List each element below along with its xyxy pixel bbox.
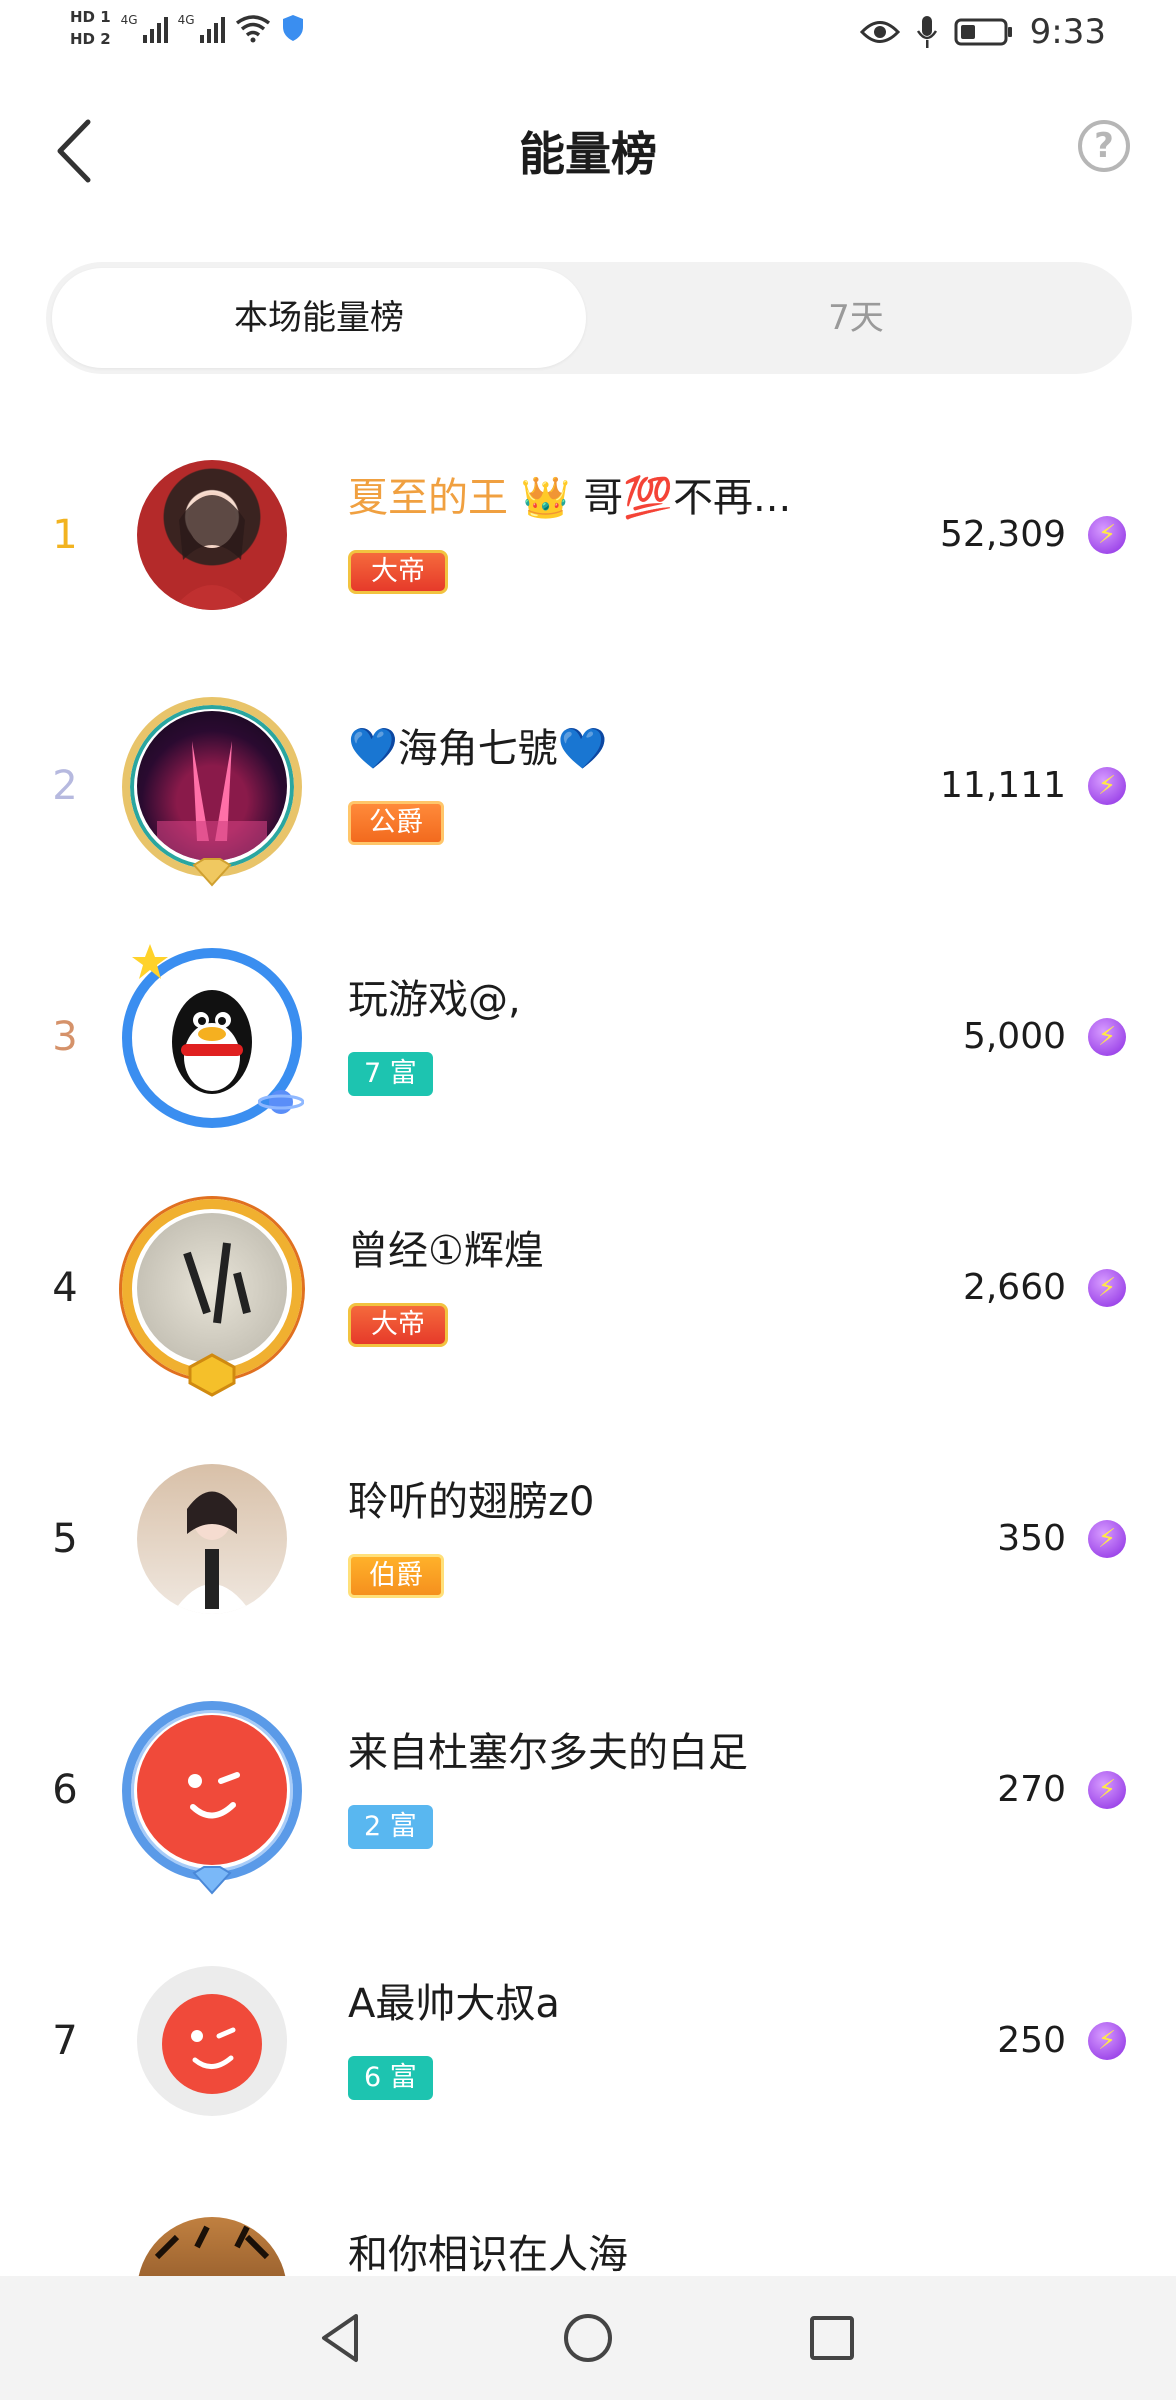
microphone-icon <box>916 16 937 48</box>
avatar[interactable] <box>137 711 287 861</box>
planet-icon <box>258 1090 304 1114</box>
wealth-badge: 7 富 <box>348 1052 433 1096</box>
tab-7-days[interactable]: 7天 <box>586 268 1126 368</box>
user-name[interactable]: 聆听的翅膀z0 <box>348 1476 594 1528</box>
list-item[interactable]: 2 💙海角七號💙 公爵 11,111 ⚡ <box>0 661 1176 912</box>
user-name-text: 哥💯不再... <box>570 475 792 521</box>
status-right: 9:33 <box>859 12 1106 52</box>
user-name-text: 玩游戏@, <box>348 977 521 1023</box>
level-badge: 大帝 <box>348 550 448 594</box>
energy-score: 5,000 <box>962 1016 1066 1057</box>
hd-indicators: HD 1 HD 2 <box>70 8 111 48</box>
rank-number: 4 <box>52 1265 78 1311</box>
circle-home-icon <box>564 2314 612 2362</box>
rank-number: 7 <box>52 2018 78 2064</box>
list-item[interactable]: 和你相识在人海 <box>0 2167 1176 2276</box>
user-name-text: 和你相识在人海 <box>348 2232 628 2276</box>
network-type-1: 4G <box>120 13 138 27</box>
star-icon <box>132 944 168 979</box>
rank-number: 5 <box>52 1516 78 1562</box>
list-item[interactable]: 3 玩游戏@, 7 富 5,000 ⚡ <box>0 912 1176 1163</box>
system-navigation-bar <box>0 2276 1176 2400</box>
avatar[interactable] <box>137 1464 287 1614</box>
rank-number: 2 <box>52 763 78 809</box>
clock-time: 9:33 <box>1029 12 1106 52</box>
page-title: 能量榜 <box>519 127 657 181</box>
list-item[interactable]: 5 聆听的翅膀z0 伯爵 350 ⚡ <box>0 1414 1176 1665</box>
avatar[interactable] <box>137 1213 287 1363</box>
network-type-2: 4G <box>177 13 195 27</box>
rank-number: 1 <box>52 512 78 558</box>
status-left: HD 1 HD 2 4G 4G <box>70 8 305 48</box>
user-name-text: 曾经①辉煌 <box>348 1228 544 1274</box>
energy-bolt-icon: ⚡ <box>1088 2022 1126 2060</box>
rank-number: 6 <box>52 1767 78 1813</box>
gem-frame-icon <box>192 858 232 887</box>
user-name[interactable]: 夏至的王 👑 哥💯不再... <box>348 472 791 524</box>
eye-icon <box>859 21 900 43</box>
energy-bolt-icon: ⚡ <box>1088 1520 1126 1558</box>
user-name[interactable]: 曾经①辉煌 <box>348 1225 544 1277</box>
user-name[interactable]: 和你相识在人海 <box>348 2229 628 2276</box>
header-bar: 能量榜 ? <box>0 90 1176 210</box>
list-item[interactable]: 7 A最帅大叔a 6 富 250 ⚡ <box>0 1916 1176 2167</box>
level-badge: 伯爵 <box>348 1554 444 1598</box>
hd1-label: HD 1 <box>70 8 111 26</box>
user-name-text: 聆听的翅膀z0 <box>348 1479 595 1525</box>
user-name-highlight: 夏至的王 👑 <box>348 475 571 521</box>
triangle-back-icon <box>322 2314 358 2362</box>
question-mark-icon: ? <box>1094 126 1114 166</box>
user-name-text: A最帅大叔a <box>348 1981 560 2027</box>
tab-current-session[interactable]: 本场能量榜 <box>52 268 586 368</box>
wealth-badge: 2 富 <box>348 1805 433 1849</box>
status-bar: HD 1 HD 2 4G 4G 9:33 <box>0 0 1176 72</box>
level-badge: 大帝 <box>348 1303 448 1347</box>
energy-bolt-icon: ⚡ <box>1088 1771 1126 1809</box>
list-item[interactable]: 1 夏至的王 👑 哥💯不再... 大帝 52,309 ⚡ <box>0 410 1176 661</box>
energy-bolt-icon: ⚡ <box>1088 1018 1126 1056</box>
square-recents-icon <box>810 2316 854 2360</box>
wink-face-icon <box>162 1994 262 2094</box>
energy-score: 2,660 <box>962 1267 1066 1308</box>
battery-icon <box>954 18 1012 46</box>
nav-home-button[interactable] <box>556 2306 620 2370</box>
tab-switcher: 本场能量榜 7天 <box>46 262 1132 374</box>
wealth-badge: 6 富 <box>348 2056 433 2100</box>
energy-score: 250 <box>997 2020 1066 2061</box>
shield-icon <box>282 15 303 41</box>
avatar[interactable] <box>137 1966 287 2116</box>
user-name-text: 来自杜塞尔多夫的白足 <box>348 1730 748 1776</box>
list-item[interactable]: 4 曾经①辉煌 大帝 2,660 ⚡ <box>0 1163 1176 1414</box>
nav-recents-button[interactable] <box>800 2306 864 2370</box>
rank-number: 3 <box>52 1014 78 1060</box>
user-name[interactable]: 来自杜塞尔多夫的白足 <box>348 1727 748 1779</box>
wifi-icon <box>235 15 270 43</box>
user-name[interactable]: 💙海角七號💙 <box>348 723 608 775</box>
nav-back-button[interactable] <box>310 2306 374 2370</box>
avatar[interactable] <box>137 2217 287 2276</box>
level-badge: 公爵 <box>348 801 444 845</box>
energy-score: 270 <box>997 1769 1066 1810</box>
hd2-label: HD 2 <box>70 30 111 48</box>
energy-bolt-icon: ⚡ <box>1088 767 1126 805</box>
user-name[interactable]: A最帅大叔a <box>348 1978 560 2030</box>
list-item[interactable]: 6 来自杜塞尔多夫的白足 2 富 270 ⚡ <box>0 1665 1176 1916</box>
tiger-avatar-icon <box>154 2225 270 2260</box>
energy-bolt-icon: ⚡ <box>1088 516 1126 554</box>
avatar[interactable] <box>137 460 287 610</box>
energy-score: 350 <box>997 1518 1066 1559</box>
signal-icon-1: 4G <box>121 13 168 43</box>
avatar[interactable] <box>137 1715 287 1865</box>
signal-icon-2: 4G <box>178 13 225 43</box>
user-name[interactable]: 玩游戏@, <box>348 974 521 1026</box>
energy-bolt-icon: ⚡ <box>1088 1269 1126 1307</box>
wink-face-icon <box>188 1772 240 1819</box>
gem-frame-icon <box>192 1866 232 1895</box>
energy-score: 11,111 <box>940 765 1066 806</box>
gem-frame-icon <box>188 1353 236 1397</box>
energy-score: 52,309 <box>940 514 1066 555</box>
help-button[interactable]: ? <box>1078 120 1130 172</box>
user-name-text: 💙海角七號💙 <box>348 726 608 772</box>
